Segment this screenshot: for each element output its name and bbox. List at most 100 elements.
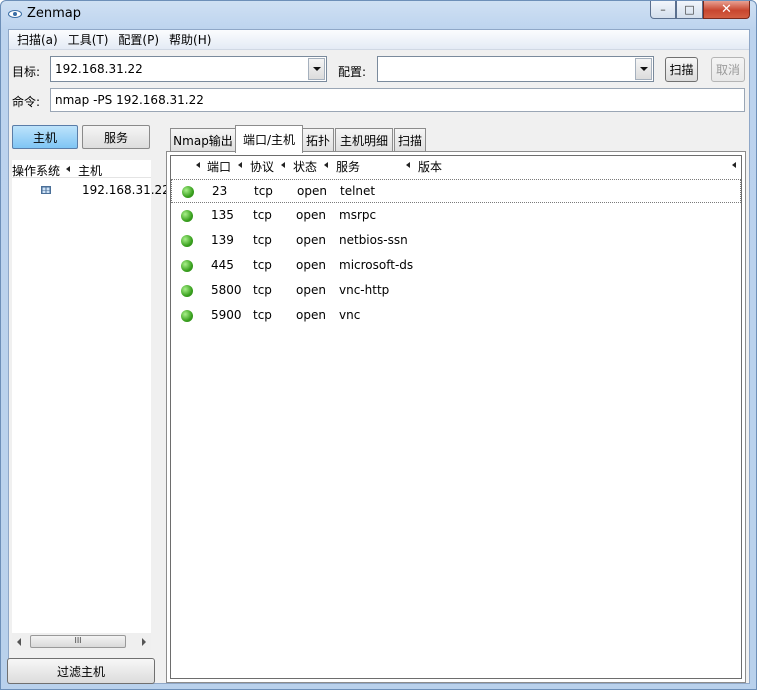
protocol-cell: tcp xyxy=(253,258,272,272)
close-button[interactable]: ✕ xyxy=(703,1,750,19)
port-open-status-icon xyxy=(181,210,193,222)
port-row[interactable]: 135 tcp open msrpc xyxy=(171,204,741,228)
target-combobox[interactable]: 192.168.31.22 xyxy=(50,56,327,82)
port-cell: 135 xyxy=(211,208,234,222)
port-row[interactable]: 5800 tcp open vnc-http xyxy=(171,279,741,303)
state-cell: open xyxy=(296,233,326,247)
port-open-status-icon xyxy=(182,186,194,198)
service-cell: vnc-http xyxy=(339,283,390,297)
protocol-column-header[interactable]: 协议 xyxy=(250,158,274,175)
profile-combobox[interactable] xyxy=(377,56,654,82)
state-cell: open xyxy=(296,208,326,222)
sort-arrow-icon xyxy=(324,162,328,168)
protocol-cell: tcp xyxy=(254,184,273,198)
state-cell: open xyxy=(296,283,326,297)
host-list: 操作系统 主机 192.168.31.22 xyxy=(12,160,170,644)
state-column-header[interactable]: 状态 xyxy=(293,158,317,175)
zenmap-eye-icon xyxy=(8,10,22,18)
ports-hosts-panel: 端口 协议 状态 服务 版本 23 tcp open telnet 135 tcp open… xyxy=(166,151,746,683)
os-column-header[interactable]: 操作系统 xyxy=(12,162,60,179)
sort-arrow-icon xyxy=(238,162,242,168)
version-column-header[interactable]: 版本 xyxy=(418,158,442,175)
tab-host-details[interactable]: 主机明细 xyxy=(335,128,393,152)
title-bar[interactable]: Zenmap – □ ✕ xyxy=(1,1,756,29)
service-cell: netbios-ssn xyxy=(339,233,408,247)
services-toggle-button[interactable]: 服务 xyxy=(82,125,150,149)
protocol-cell: tcp xyxy=(253,208,272,222)
host-ip: 192.168.31.22 xyxy=(82,183,170,197)
port-row[interactable]: 445 tcp open microsoft-ds xyxy=(171,254,741,278)
port-open-status-icon xyxy=(181,235,193,247)
sort-arrow-icon xyxy=(732,162,736,168)
port-open-status-icon xyxy=(181,285,193,297)
client-area: 扫描(a) 工具(T) 配置(P) 帮助(H) 目标: 192.168.31.2… xyxy=(7,29,750,684)
port-row[interactable]: 139 tcp open netbios-ssn xyxy=(171,229,741,253)
host-list-header: 操作系统 主机 xyxy=(12,160,151,178)
chevron-down-icon xyxy=(639,67,648,71)
tab-scans[interactable]: 扫描 xyxy=(394,128,426,152)
port-cell: 5800 xyxy=(211,283,242,297)
command-value: nmap -PS 192.168.31.22 xyxy=(55,93,204,107)
port-row[interactable]: 23 tcp open telnet xyxy=(171,179,741,203)
protocol-cell: tcp xyxy=(253,308,272,322)
filter-hosts-button[interactable]: 过滤主机 xyxy=(7,658,155,684)
protocol-cell: tcp xyxy=(253,283,272,297)
menu-scan[interactable]: 扫描(a) xyxy=(12,31,63,49)
profile-dropdown-button[interactable] xyxy=(635,58,652,80)
port-cell: 23 xyxy=(212,184,228,198)
service-cell: microsoft-ds xyxy=(339,258,414,272)
hosts-toggle-button[interactable]: 主机 xyxy=(12,125,78,149)
port-column-header[interactable]: 端口 xyxy=(207,158,231,175)
service-column-header[interactable]: 服务 xyxy=(336,158,360,175)
state-cell: open xyxy=(297,184,327,198)
sort-arrow-icon xyxy=(281,162,285,168)
port-row[interactable]: 5900 tcp open vnc xyxy=(171,304,741,328)
target-value: 192.168.31.22 xyxy=(55,62,143,76)
port-open-status-icon xyxy=(181,310,193,322)
protocol-cell: tcp xyxy=(253,233,272,247)
ports-table: 端口 协议 状态 服务 版本 23 tcp open telnet 135 tcp open… xyxy=(170,155,742,679)
chevron-down-icon xyxy=(312,67,321,71)
state-cell: open xyxy=(296,258,326,272)
target-label: 目标: xyxy=(12,65,41,79)
command-label: 命令: xyxy=(12,95,41,109)
tab-ports-hosts[interactable]: 端口/主机 xyxy=(235,125,303,153)
sort-arrow-icon xyxy=(66,166,70,172)
host-column-header[interactable]: 主机 xyxy=(78,162,102,179)
maximize-icon: □ xyxy=(684,3,695,16)
cancel-button[interactable]: 取消 xyxy=(711,57,745,82)
port-cell: 5900 xyxy=(211,308,242,322)
service-cell: telnet xyxy=(340,184,376,198)
close-icon: ✕ xyxy=(721,2,732,17)
menu-tools[interactable]: 工具(T) xyxy=(63,31,114,49)
menu-help[interactable]: 帮助(H) xyxy=(164,31,216,49)
window-title: Zenmap xyxy=(27,6,82,21)
scan-button[interactable]: 扫描 xyxy=(665,57,698,82)
tab-nmap-output[interactable]: Nmap输出 xyxy=(170,128,236,152)
application-window: Zenmap – □ ✕ 扫描(a) 工具(T) 配置(P) 帮助(H) 目标:… xyxy=(0,0,757,690)
target-dropdown-button[interactable] xyxy=(308,58,325,80)
menu-profile[interactable]: 配置(P) xyxy=(113,31,164,49)
sort-arrow-icon xyxy=(406,162,410,168)
host-list-horizontal-scrollbar[interactable]: III xyxy=(12,633,151,650)
scrollbar-thumb[interactable]: III xyxy=(30,635,126,648)
sort-arrow-icon xyxy=(196,162,200,168)
maximize-button[interactable]: □ xyxy=(676,1,703,19)
scroll-left-icon[interactable] xyxy=(17,638,21,646)
host-list-item[interactable]: 192.168.31.22 xyxy=(12,180,170,202)
tab-topology[interactable]: 拓扑 xyxy=(302,128,334,152)
profile-label: 配置: xyxy=(338,65,367,79)
windows-os-icon xyxy=(41,186,51,194)
port-open-status-icon xyxy=(181,260,193,272)
minimize-icon: – xyxy=(660,3,666,16)
state-cell: open xyxy=(296,308,326,322)
service-cell: vnc xyxy=(339,308,361,322)
service-cell: msrpc xyxy=(339,208,377,222)
port-cell: 139 xyxy=(211,233,234,247)
minimize-button[interactable]: – xyxy=(650,1,676,19)
menu-bar: 扫描(a) 工具(T) 配置(P) 帮助(H) xyxy=(9,30,749,50)
port-cell: 445 xyxy=(211,258,234,272)
scroll-right-icon[interactable] xyxy=(142,638,146,646)
ports-table-header: 端口 协议 状态 服务 版本 xyxy=(171,156,741,174)
command-input[interactable]: nmap -PS 192.168.31.22 xyxy=(50,88,745,112)
